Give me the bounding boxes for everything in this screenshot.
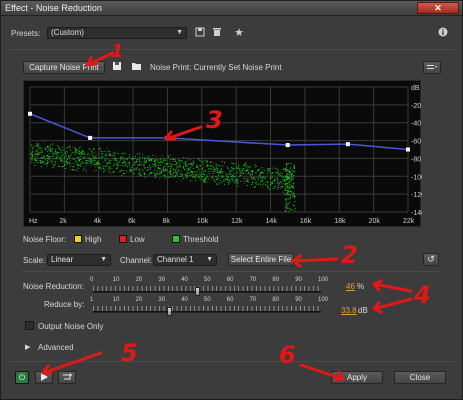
annotation-arrow-4b [372,297,413,314]
annotation-number-3: 3 [206,106,223,134]
annotation-number-5: 5 [121,339,138,367]
annotation-number-2: 2 [341,241,358,269]
annotation-number-1: 1 [111,41,124,62]
annotation-arrow-5 [41,351,103,375]
annotation-arrow-4a [372,279,413,293]
annotation-arrow-6 [299,363,345,382]
annotation-overlay [41,51,413,382]
annotation-number-4: 4 [414,281,431,309]
annotation-arrow-2 [291,257,339,263]
annotation-number-6: 6 [279,341,296,369]
noise-reduction-dialog: Effect - Noise Reduction ✕ Presets: (Cus… [0,0,463,400]
